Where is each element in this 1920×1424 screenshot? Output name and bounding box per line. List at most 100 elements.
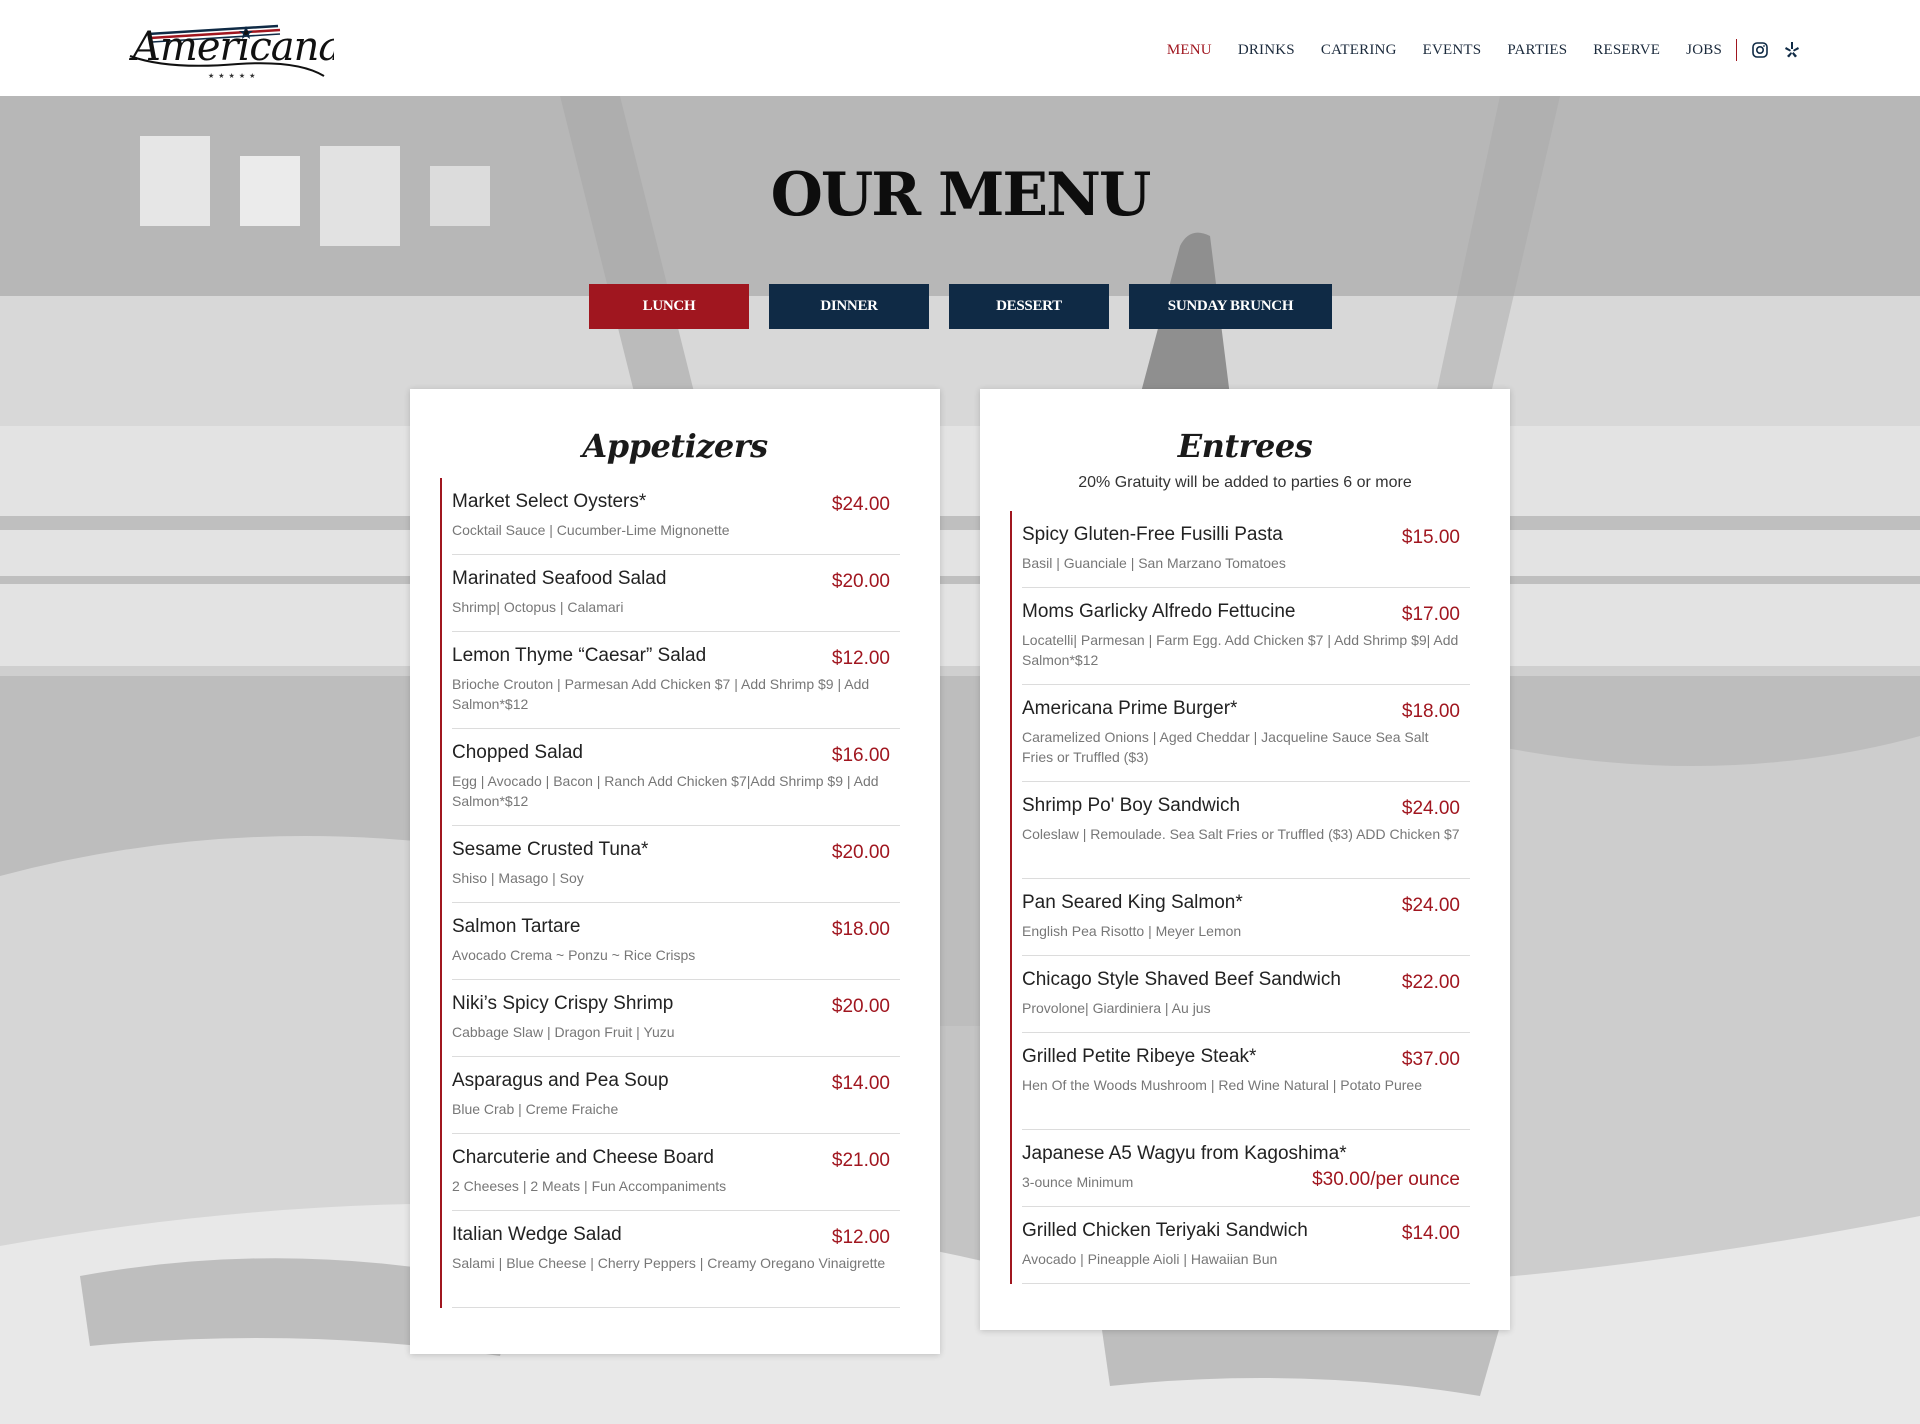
item-name: Market Select Oysters* <box>452 491 647 512</box>
item-price: $17.00 <box>1401 604 1460 625</box>
list-item: Chicago Style Shaved Beef Sandwich $22.0… <box>1022 956 1470 1033</box>
list-item: Lemon Thyme “Caesar” Salad $12.00 Brioch… <box>452 632 900 729</box>
list-item: Chopped Salad $16.00 Egg | Avocado | Bac… <box>452 729 900 826</box>
item-price: $22.00 <box>1401 972 1460 993</box>
americana-logo[interactable]: Americana ★★★★★ <box>128 12 334 84</box>
list-item: Spicy Gluten-Free Fusilli Pasta $15.00 B… <box>1022 511 1470 588</box>
nav-catering[interactable]: CATERING <box>1321 42 1397 59</box>
gratuity-note: 20% Gratuity will be added to parties 6 … <box>1078 474 1412 491</box>
item-price: $18.00 <box>831 919 890 940</box>
item-price: $16.00 <box>831 745 890 766</box>
item-description: Caramelized Onions | Aged Cheddar | Jacq… <box>1022 729 1429 765</box>
page-title: OUR MENU <box>770 160 1152 230</box>
list-item: Americana Prime Burger* $18.00 Carameliz… <box>1022 685 1470 782</box>
item-name: Italian Wedge Salad <box>452 1224 622 1245</box>
item-description: 2 Cheeses | 2 Meats | Fun Accompaniments <box>452 1178 727 1194</box>
item-price: $21.00 <box>831 1150 890 1171</box>
item-description: Salami | Blue Cheese | Cherry Peppers | … <box>452 1255 886 1271</box>
entrees-card: Entrees 20% Gratuity will be added to pa… <box>980 389 1510 1330</box>
item-name: Salmon Tartare <box>452 916 581 937</box>
list-item: Marinated Seafood Salad $20.00 Shrimp| O… <box>452 555 900 632</box>
item-name: Japanese A5 Wagyu from Kagoshima* <box>1022 1143 1347 1164</box>
site-header: Americana ★★★★★ MENU DRINKS CATERING EVE… <box>0 0 1920 96</box>
nav-jobs[interactable]: JOBS <box>1686 42 1722 59</box>
yelp-icon[interactable] <box>1783 41 1801 59</box>
list-item: Italian Wedge Salad $12.00 Salami | Blue… <box>452 1211 900 1308</box>
item-description: Coleslaw | Remoulade. Sea Salt Fries or … <box>1022 826 1460 842</box>
item-name: Sesame Crusted Tuna* <box>452 839 649 860</box>
item-name: Niki’s Spicy Crispy Shrimp <box>452 993 674 1014</box>
item-name: Spicy Gluten-Free Fusilli Pasta <box>1022 524 1283 545</box>
item-price: $24.00 <box>1401 895 1460 916</box>
entrees-list: Spicy Gluten-Free Fusilli Pasta $15.00 B… <box>1010 511 1470 1284</box>
nav-drinks[interactable]: DRINKS <box>1238 42 1295 59</box>
nav-parties[interactable]: PARTIES <box>1507 42 1567 59</box>
item-price: $20.00 <box>831 996 890 1017</box>
item-description: Brioche Crouton | Parmesan Add Chicken $… <box>452 676 870 712</box>
item-name: Grilled Petite Ribeye Steak* <box>1022 1046 1257 1067</box>
main-nav: MENU DRINKS CATERING EVENTS PARTIES RESE… <box>1141 36 1801 64</box>
item-name: Shrimp Po' Boy Sandwich <box>1022 795 1241 816</box>
item-name: Chopped Salad <box>452 742 583 763</box>
item-price: $24.00 <box>1401 798 1460 819</box>
item-price: $12.00 <box>831 648 890 669</box>
nav-menu[interactable]: MENU <box>1167 42 1212 59</box>
appetizers-heading: Appetizers <box>582 427 768 465</box>
list-item: Japanese A5 Wagyu from Kagoshima* $30.00… <box>1022 1130 1470 1207</box>
menu-tabs: LUNCH DINNER DESSERT SUNDAY BRUNCH <box>589 284 1332 329</box>
nav-divider <box>1736 39 1737 61</box>
item-price: $14.00 <box>1401 1223 1460 1244</box>
item-price: $24.00 <box>831 494 890 515</box>
tab-dinner[interactable]: DINNER <box>769 284 929 329</box>
item-price: $20.00 <box>831 842 890 863</box>
item-description: 3-ounce Minimum <box>1022 1174 1134 1190</box>
item-name: Lemon Thyme “Caesar” Salad <box>452 645 707 666</box>
list-item: Charcuterie and Cheese Board $21.00 2 Ch… <box>452 1134 900 1211</box>
item-price: $20.00 <box>831 571 890 592</box>
list-item: Niki’s Spicy Crispy Shrimp $20.00 Cabbag… <box>452 980 900 1057</box>
item-name: Moms Garlicky Alfredo Fettucine <box>1022 601 1296 622</box>
instagram-icon[interactable] <box>1751 41 1769 59</box>
svg-text:Americana: Americana <box>128 24 334 70</box>
list-item: Grilled Chicken Teriyaki Sandwich $14.00… <box>1022 1207 1470 1284</box>
item-description: Avocado Crema ~ Ponzu ~ Rice Crisps <box>452 947 696 963</box>
item-description: Cabbage Slaw | Dragon Fruit | Yuzu <box>452 1024 675 1040</box>
item-price: $18.00 <box>1401 701 1460 722</box>
item-name: Americana Prime Burger* <box>1022 698 1238 719</box>
item-description: English Pea Risotto | Meyer Lemon <box>1022 923 1242 939</box>
nav-reserve[interactable]: RESERVE <box>1593 42 1660 59</box>
item-name: Pan Seared King Salmon* <box>1022 892 1243 913</box>
item-description: Hen Of the Woods Mushroom | Red Wine Nat… <box>1022 1077 1422 1093</box>
list-item: Market Select Oysters* $24.00 Cocktail S… <box>452 478 900 555</box>
tab-lunch[interactable]: LUNCH <box>589 284 749 329</box>
item-description: Shiso | Masago | Soy <box>452 870 584 886</box>
item-price: $14.00 <box>831 1073 890 1094</box>
item-description: Egg | Avocado | Bacon | Ranch Add Chicke… <box>452 773 879 809</box>
list-item: Pan Seared King Salmon* $24.00 English P… <box>1022 879 1470 956</box>
item-description: Avocado | Pineapple Aioli | Hawaiian Bun <box>1022 1251 1278 1267</box>
tab-sunday-brunch[interactable]: SUNDAY BRUNCH <box>1129 284 1332 329</box>
item-price: $15.00 <box>1401 527 1460 548</box>
item-description: Provolone| Giardiniera | Au jus <box>1022 1000 1211 1016</box>
item-name: Chicago Style Shaved Beef Sandwich <box>1022 969 1341 990</box>
list-item: Grilled Petite Ribeye Steak* $37.00 Hen … <box>1022 1033 1470 1130</box>
svg-text:★★★★★: ★★★★★ <box>208 72 259 80</box>
item-price: $12.00 <box>831 1227 890 1248</box>
appetizers-card: Appetizers Market Select Oysters* $24.00… <box>410 389 940 1354</box>
nav-events[interactable]: EVENTS <box>1423 42 1482 59</box>
entrees-heading: Entrees <box>1177 427 1313 465</box>
item-description: Locatelli| Parmesan | Farm Egg. Add Chic… <box>1022 632 1459 668</box>
item-description: Cocktail Sauce | Cucumber-Lime Mignonett… <box>452 522 730 538</box>
list-item: Moms Garlicky Alfredo Fettucine $17.00 L… <box>1022 588 1470 685</box>
list-item: Shrimp Po' Boy Sandwich $24.00 Coleslaw … <box>1022 782 1470 879</box>
item-name: Asparagus and Pea Soup <box>452 1070 669 1091</box>
item-name: Charcuterie and Cheese Board <box>452 1147 714 1168</box>
item-name: Grilled Chicken Teriyaki Sandwich <box>1022 1220 1308 1241</box>
item-description: Blue Crab | Creme Fraiche <box>452 1101 619 1117</box>
item-description: Basil | Guanciale | San Marzano Tomatoes <box>1022 555 1286 571</box>
item-description: Shrimp| Octopus | Calamari <box>452 599 624 615</box>
list-item: Sesame Crusted Tuna* $20.00 Shiso | Masa… <box>452 826 900 903</box>
tab-dessert[interactable]: DESSERT <box>949 284 1109 329</box>
appetizers-list: Market Select Oysters* $24.00 Cocktail S… <box>440 478 900 1308</box>
list-item: Salmon Tartare $18.00 Avocado Crema ~ Po… <box>452 903 900 980</box>
